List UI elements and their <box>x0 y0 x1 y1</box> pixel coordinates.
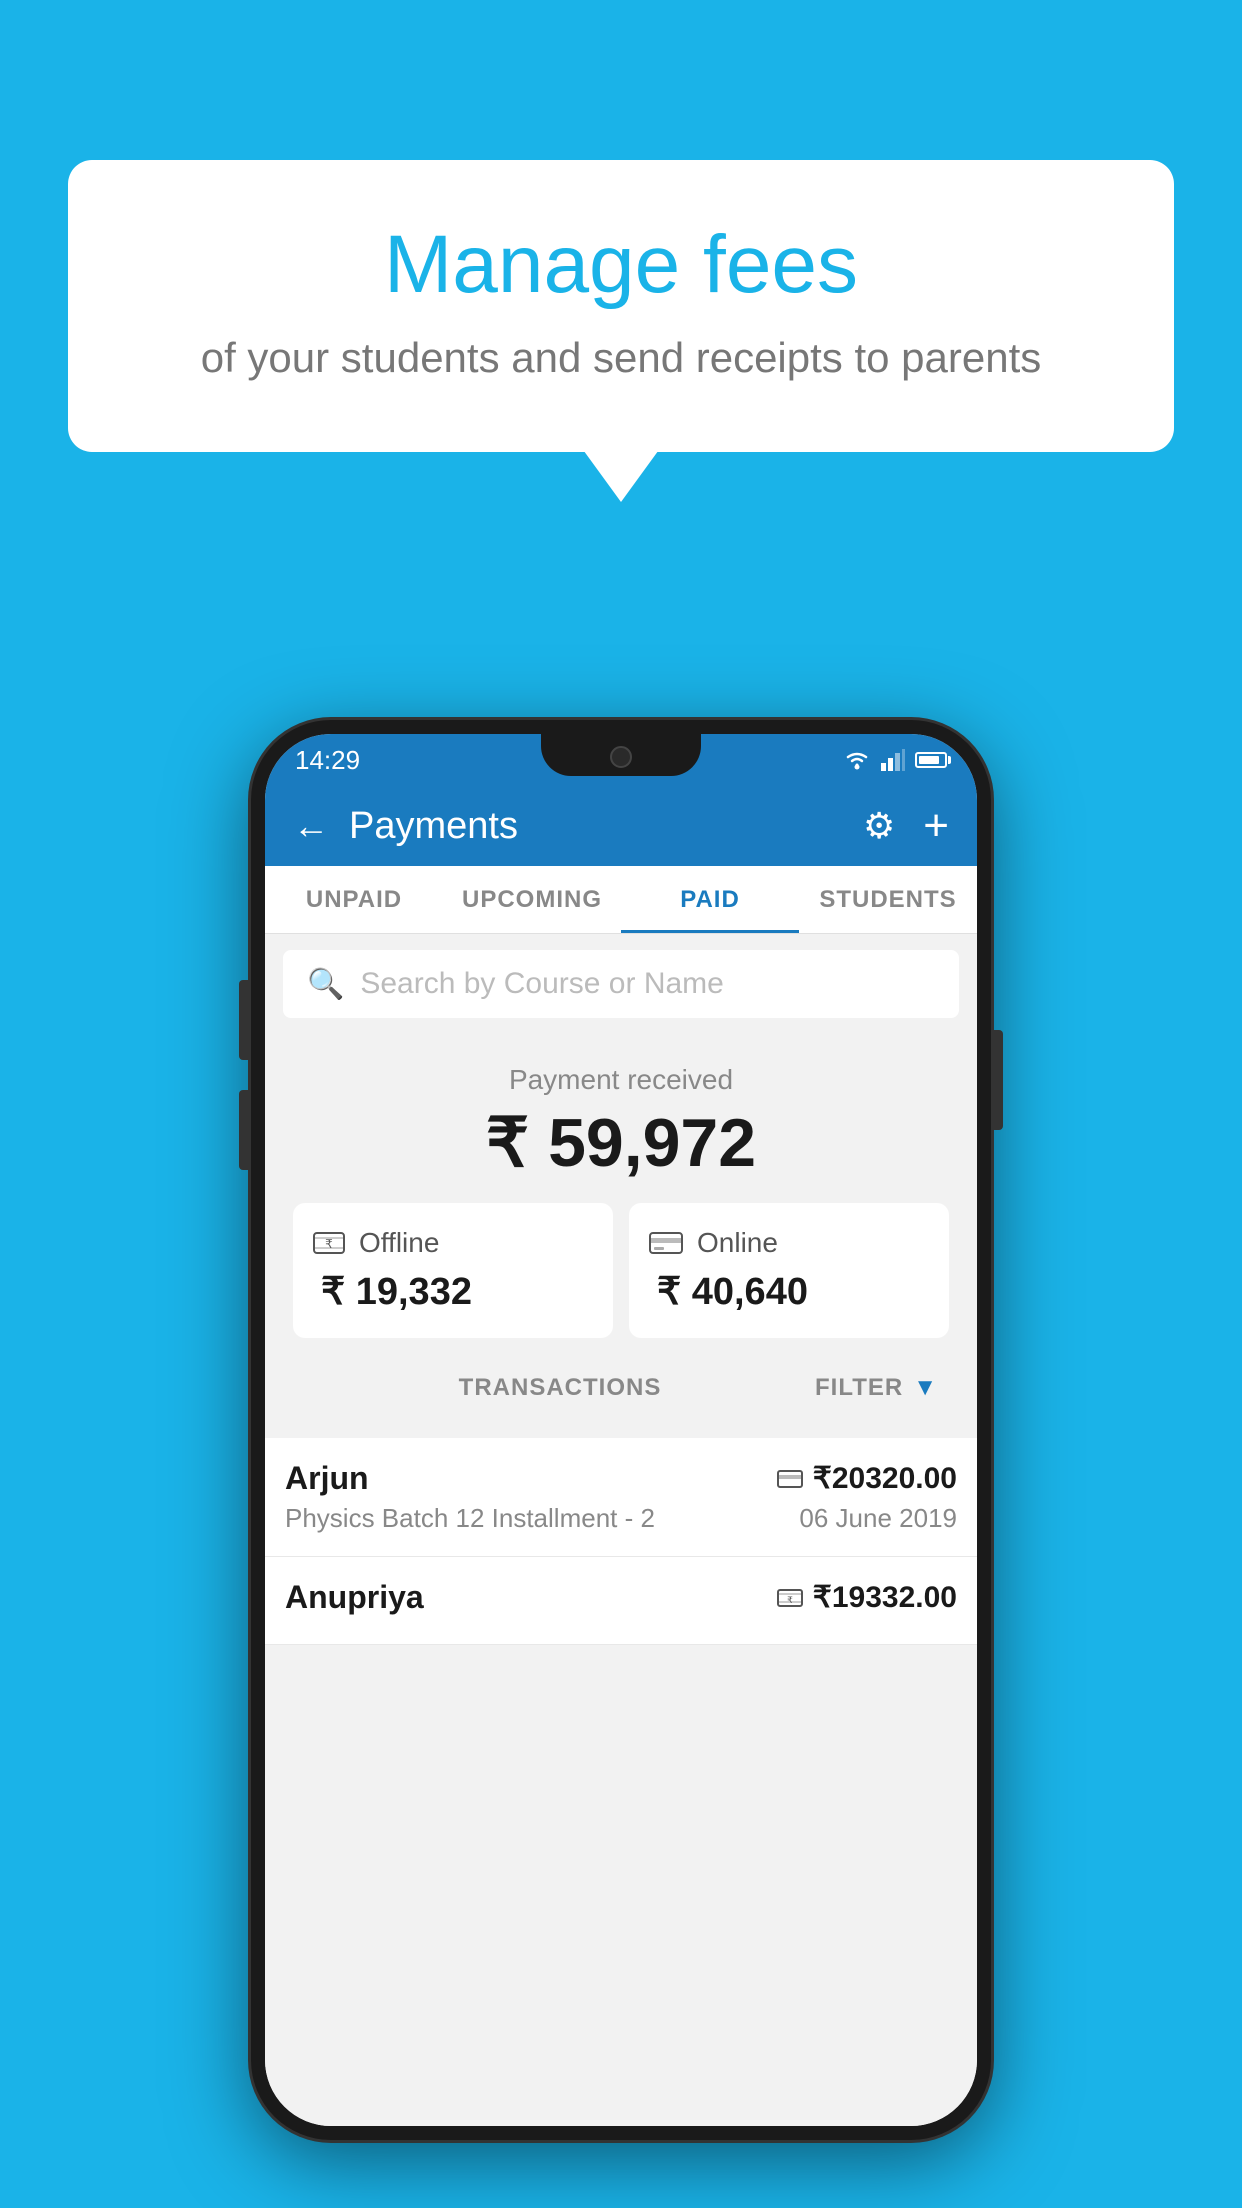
online-card: Online ₹ 40,640 <box>629 1203 949 1338</box>
total-payment-amount: ₹ 59,972 <box>285 1104 957 1183</box>
transaction-amount: ₹19332.00 <box>813 1580 957 1615</box>
svg-text:₹: ₹ <box>787 1595 793 1605</box>
tab-paid[interactable]: PAID <box>621 866 799 933</box>
tab-students[interactable]: STUDENTS <box>799 866 977 933</box>
transaction-row[interactable]: Arjun ₹20320.00 Physics Batch 12 Install… <box>265 1438 977 1557</box>
status-time: 14:29 <box>295 745 360 776</box>
filter-label: FILTER <box>815 1374 903 1402</box>
camera <box>610 746 632 768</box>
transaction-amount: ₹20320.00 <box>813 1461 957 1496</box>
cash-icon: ₹ <box>313 1229 345 1257</box>
volume-down-button[interactable] <box>239 1090 249 1170</box>
phone: 14:29 <box>251 720 991 2140</box>
payment-received-label: Payment received <box>285 1064 957 1096</box>
transactions-label: TRANSACTIONS <box>305 1374 815 1402</box>
payment-cards: ₹ Offline ₹ 19,332 <box>285 1203 957 1358</box>
add-button[interactable]: + <box>923 801 949 851</box>
offline-amount: ₹ 19,332 <box>313 1269 593 1314</box>
wifi-icon <box>843 749 871 771</box>
content-area: 🔍 Search by Course or Name Payment recei… <box>265 934 977 2126</box>
speech-bubble: Manage fees of your students and send re… <box>68 160 1174 452</box>
power-button[interactable] <box>993 1030 1003 1130</box>
filter-icon: ▼ <box>913 1374 937 1402</box>
online-label: Online <box>697 1227 778 1259</box>
transaction-row[interactable]: Anupriya ₹ ₹19332.00 <box>265 1557 977 1645</box>
transaction-name: Arjun <box>285 1460 369 1497</box>
transaction-amount-area: ₹20320.00 <box>777 1461 957 1496</box>
back-button[interactable]: ← <box>293 805 329 847</box>
search-bar[interactable]: 🔍 Search by Course or Name <box>283 950 959 1018</box>
transaction-date: 06 June 2019 <box>799 1503 957 1534</box>
payment-summary: Payment received ₹ 59,972 ₹ <box>265 1034 977 1438</box>
volume-up-button[interactable] <box>239 980 249 1060</box>
status-icons <box>843 749 947 771</box>
transaction-amount-area: ₹ ₹19332.00 <box>777 1580 957 1615</box>
tab-upcoming[interactable]: UPCOMING <box>443 866 621 933</box>
bubble-subtitle: of your students and send receipts to pa… <box>118 334 1124 382</box>
signal-icon <box>881 749 905 771</box>
bubble-title: Manage fees <box>118 220 1124 310</box>
offline-label: Offline <box>359 1227 439 1259</box>
notch <box>541 734 701 776</box>
card-icon <box>649 1230 683 1256</box>
app-title: Payments <box>349 805 863 848</box>
phone-frame: 14:29 <box>251 720 991 2140</box>
transactions-header: TRANSACTIONS FILTER ▼ <box>285 1358 957 1418</box>
cash-payment-icon: ₹ <box>777 1588 803 1608</box>
search-icon: 🔍 <box>307 967 344 1002</box>
transaction-name: Anupriya <box>285 1579 424 1616</box>
online-amount: ₹ 40,640 <box>649 1269 929 1314</box>
battery-icon <box>915 752 947 768</box>
phone-screen: 14:29 <box>265 734 977 2126</box>
transaction-course: Physics Batch 12 Installment - 2 <box>285 1503 655 1534</box>
app-bar-icons: ⚙ + <box>863 801 949 851</box>
online-payment-icon <box>777 1469 803 1489</box>
search-input[interactable]: Search by Course or Name <box>360 967 724 1001</box>
tab-unpaid[interactable]: UNPAID <box>265 866 443 933</box>
filter-area[interactable]: FILTER ▼ <box>815 1374 937 1402</box>
tabs: UNPAID UPCOMING PAID STUDENTS <box>265 866 977 934</box>
settings-button[interactable]: ⚙ <box>863 805 895 847</box>
offline-card: ₹ Offline ₹ 19,332 <box>293 1203 613 1338</box>
app-bar: ← Payments ⚙ + <box>265 786 977 866</box>
